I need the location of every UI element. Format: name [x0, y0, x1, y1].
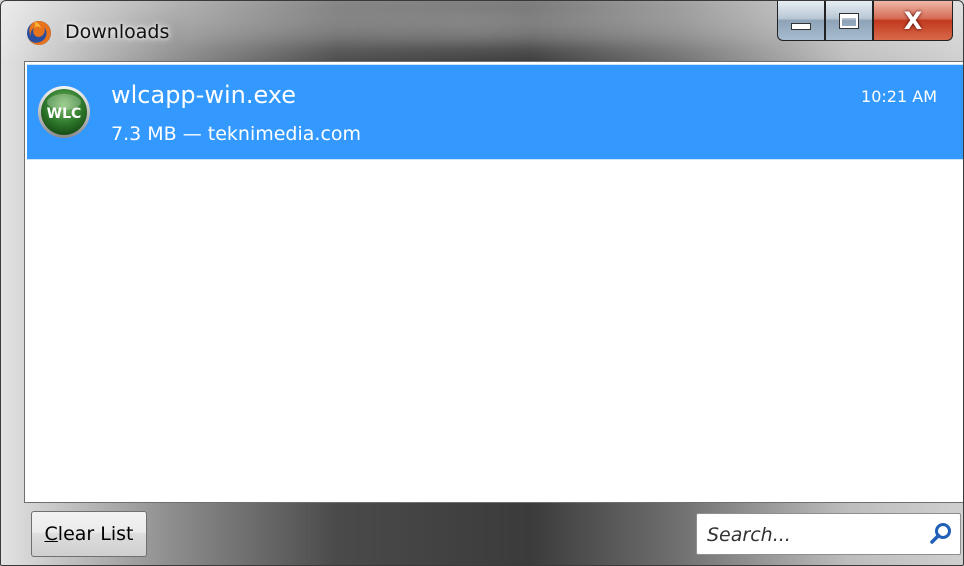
window-title: Downloads: [65, 21, 170, 43]
file-name: wlcapp-win.exe: [111, 81, 297, 109]
minimize-icon: [791, 23, 811, 30]
search-input[interactable]: [705, 520, 919, 550]
wlc-icon-label: WLC: [47, 106, 82, 122]
file-status: 7.3 MB — teknimedia.com: [111, 123, 362, 145]
download-item[interactable]: WLC wlcapp-win.exe 7.3 MB — teknimedia.c…: [27, 64, 963, 160]
downloads-window: Downloads X WLC wlcapp-win.exe 7.3 MB — …: [0, 0, 964, 566]
downloads-list[interactable]: WLC wlcapp-win.exe 7.3 MB — teknimedia.c…: [24, 61, 963, 503]
minimize-button[interactable]: [777, 1, 825, 41]
maximize-icon: [839, 12, 859, 29]
clear-list-label: lear List: [57, 523, 134, 545]
file-time: 10:21 AM: [861, 87, 937, 106]
wlc-app-icon: WLC: [38, 86, 90, 138]
title-bar[interactable]: Downloads X: [1, 1, 963, 61]
search-icon[interactable]: [928, 521, 954, 547]
close-button[interactable]: X: [873, 1, 953, 41]
bottom-bar: Clear List: [1, 503, 963, 565]
clear-list-accelerator: C: [44, 523, 58, 545]
firefox-icon: [27, 21, 51, 45]
close-icon: X: [903, 6, 923, 35]
caption-buttons: X: [777, 1, 953, 43]
maximize-button[interactable]: [825, 1, 873, 41]
search-box[interactable]: [696, 513, 961, 555]
clear-list-button[interactable]: Clear List: [31, 511, 147, 557]
